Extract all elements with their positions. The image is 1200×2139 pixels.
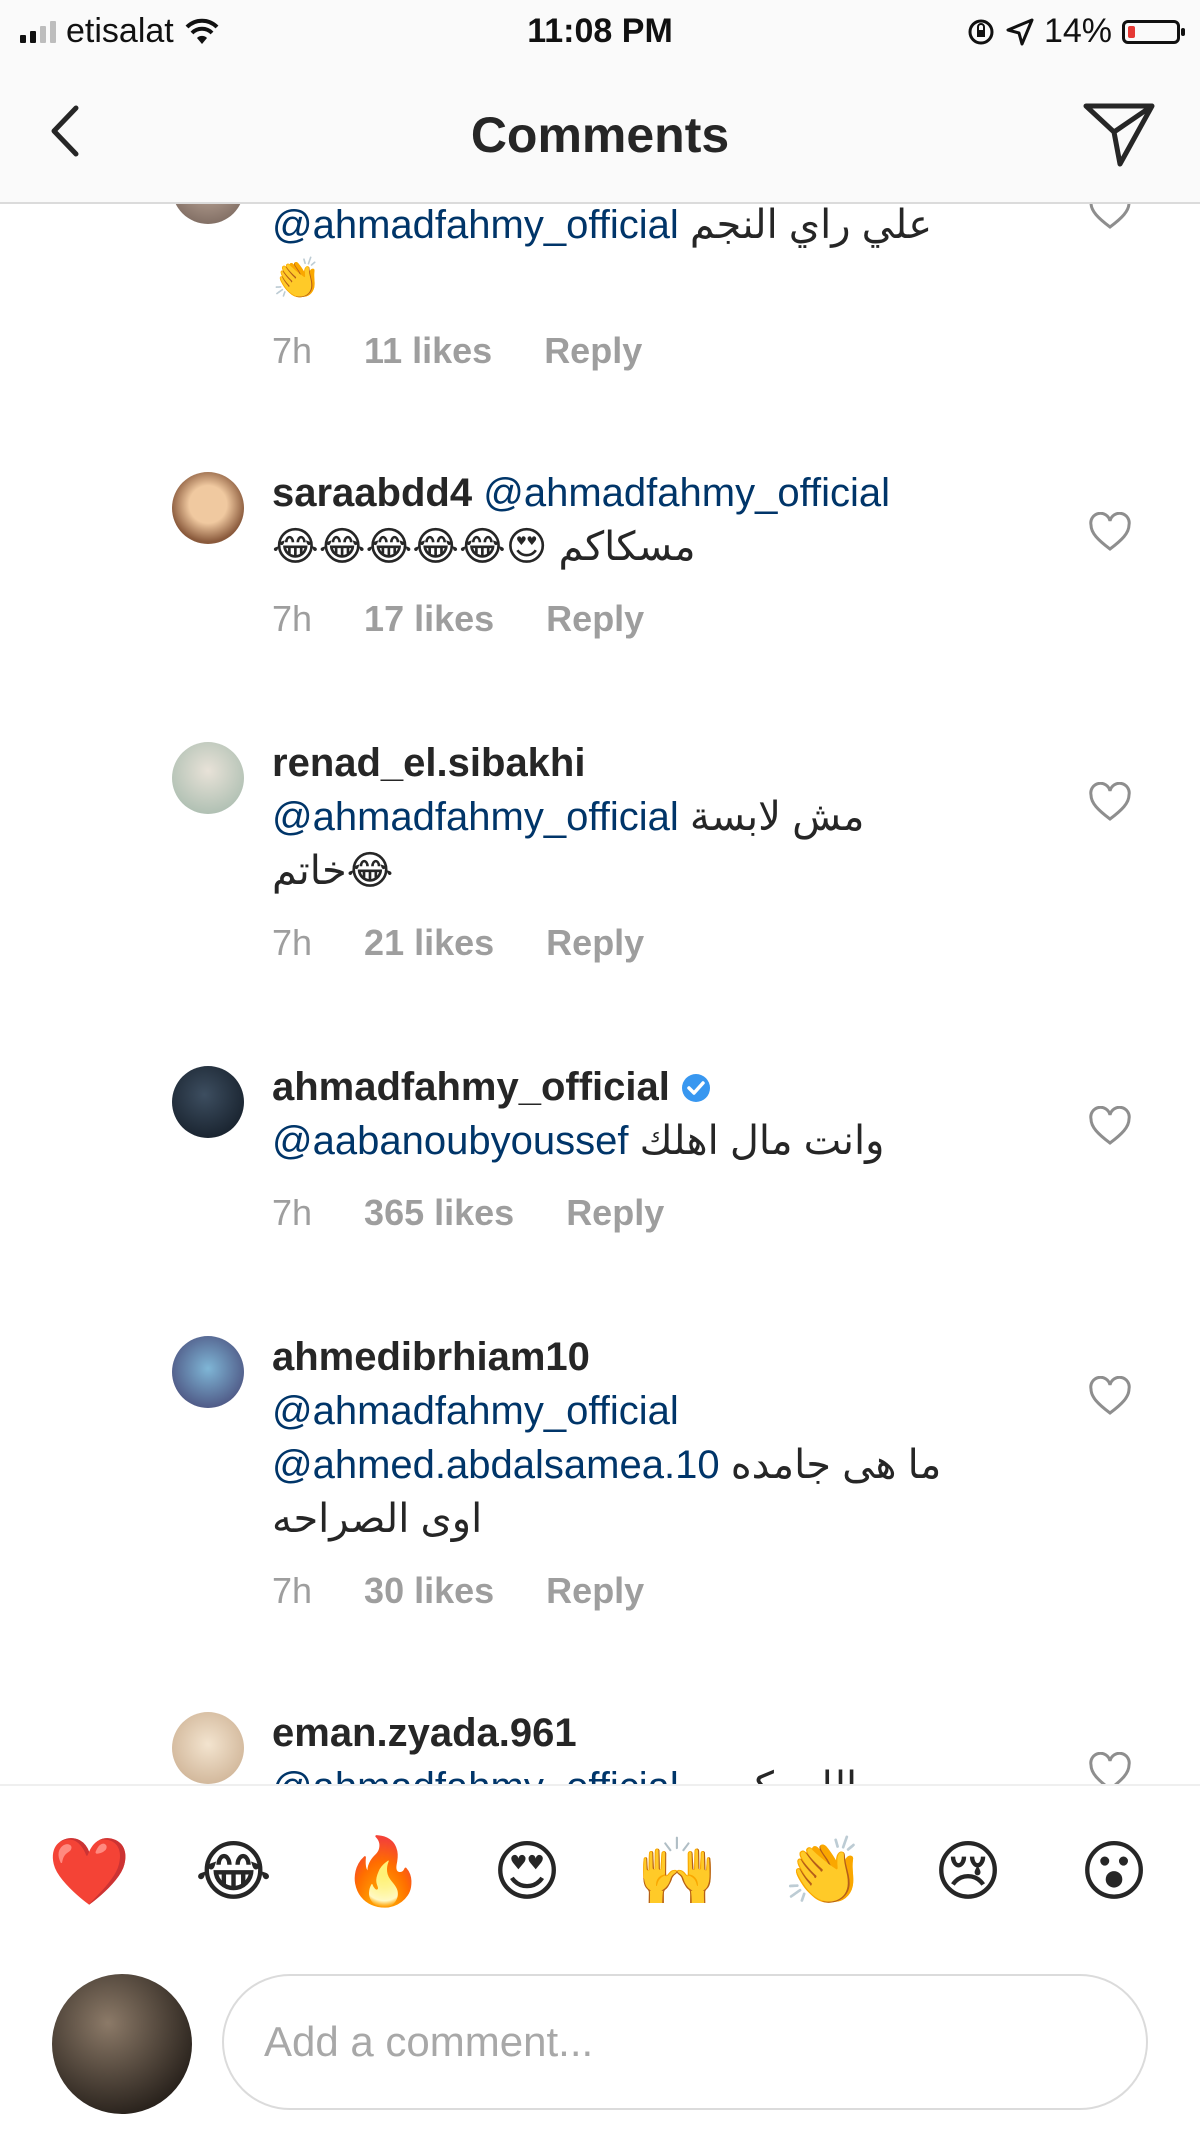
- comment-time: 7h: [272, 330, 313, 371]
- navigation-bar: Comments: [0, 66, 1200, 204]
- comment-text: الله يكرمه: [690, 1765, 857, 1784]
- avatar[interactable]: [172, 1712, 244, 1784]
- avatar[interactable]: [172, 472, 244, 544]
- comment-meta: 7h 30 likes Reply: [272, 1570, 644, 1612]
- crying-face-emoji[interactable]: 😢: [930, 1834, 1006, 1910]
- comment-body: renad_el.sibakhi @ahmadfahmy_official مش…: [272, 736, 1032, 898]
- comment-text: مسكاكم: [558, 525, 696, 569]
- comment-text: علي راي النجم: [689, 204, 933, 247]
- add-comment-placeholder: Add a comment...: [264, 2018, 594, 2065]
- like-heart-icon[interactable]: [1088, 1752, 1132, 1784]
- mention-link-secondary[interactable]: @ahmed.abdalsamea.10: [272, 1443, 720, 1487]
- comment-meta: 7h 21 likes Reply: [272, 922, 644, 964]
- astonished-face-emoji[interactable]: 😮: [1076, 1834, 1152, 1910]
- raised-hands-emoji[interactable]: 🙌: [636, 1834, 718, 1910]
- avatar[interactable]: [172, 1336, 244, 1408]
- reply-button[interactable]: Reply: [546, 1570, 644, 1612]
- comment-body: ahmedibrhiam10 @ahmadfahmy_official @ahm…: [272, 1330, 1032, 1546]
- like-heart-icon[interactable]: [1088, 1376, 1132, 1416]
- location-icon: [1006, 18, 1034, 45]
- avatar[interactable]: [172, 204, 244, 224]
- status-right: 14%: [966, 12, 1185, 51]
- page-title: Comments: [470, 107, 730, 163]
- likes-count[interactable]: 30 likes: [364, 1570, 494, 1612]
- heart-eyes-emoji[interactable]: 😍: [489, 1834, 565, 1910]
- mention-link[interactable]: @ahmadfahmy_official: [483, 471, 890, 515]
- likes-count[interactable]: 17 likes: [364, 598, 494, 640]
- status-bar: etisalat 11:08 PM 14%: [0, 0, 1200, 66]
- fire-emoji[interactable]: 🔥: [342, 1834, 424, 1910]
- tears-of-joy-emoji[interactable]: 😂: [195, 1834, 272, 1910]
- mention-link[interactable]: @aabanoubyoussef: [272, 1119, 628, 1163]
- reply-button[interactable]: Reply: [566, 1192, 664, 1234]
- comment-meta: 7h 365 likes Reply: [272, 1192, 664, 1234]
- current-user-avatar: [52, 1974, 192, 2114]
- reply-button[interactable]: Reply: [546, 922, 644, 964]
- avatar[interactable]: [172, 742, 244, 814]
- comment-text: ما هى جامده: [730, 1443, 942, 1487]
- comment-username[interactable]: ahmedibrhiam10: [272, 1335, 590, 1379]
- like-heart-icon[interactable]: [1088, 1106, 1132, 1146]
- add-comment-input[interactable]: Add a comment...: [222, 1974, 1148, 2110]
- comment-time: 7h: [272, 598, 313, 639]
- likes-count[interactable]: 11 likes: [364, 330, 492, 372]
- comment-meta: 7h 11 likes Reply: [272, 330, 642, 372]
- comment-text: وانت مال اهلك: [639, 1119, 885, 1163]
- comment-body: eman.zyada.961 @ahmadfahmy_official الله…: [272, 1706, 1032, 1784]
- comment-body: @ahmadfahmy_official علي راي النجم 👏: [272, 204, 1032, 306]
- reply-button[interactable]: Reply: [544, 330, 642, 372]
- heart-emoji[interactable]: ❤️: [48, 1834, 130, 1910]
- comment-time: 7h: [272, 922, 313, 963]
- comment-meta: 7h 17 likes Reply: [272, 598, 644, 640]
- battery-percent: 14%: [1043, 12, 1112, 50]
- mention-link[interactable]: @ahmadfahmy_official: [272, 795, 679, 839]
- comment-time: 7h: [272, 1570, 313, 1611]
- mention-link[interactable]: @ahmadfahmy_official: [272, 204, 679, 247]
- likes-count[interactable]: 365 likes: [364, 1192, 514, 1234]
- likes-count[interactable]: 21 likes: [364, 922, 494, 964]
- comment-body: saraabdd4 @ahmadfahmy_official 😂😂😂😂😂😍 مس…: [272, 466, 1032, 574]
- avatar[interactable]: [172, 1066, 244, 1138]
- like-heart-icon[interactable]: [1088, 204, 1132, 230]
- clapping-hands-emoji[interactable]: 👏: [783, 1834, 865, 1910]
- comment-username[interactable]: renad_el.sibakhi: [272, 741, 585, 785]
- comment-text-continued: اوى الصراحه: [272, 1497, 483, 1541]
- comment-text: مش لابسة: [689, 795, 865, 839]
- orientation-lock-icon: [968, 19, 994, 44]
- comment-time: 7h: [272, 1192, 313, 1233]
- comment-body: ahmadfahmy_official @aabanoubyoussef وان…: [272, 1060, 1032, 1168]
- mention-link[interactable]: @ahmadfahmy_official: [272, 1765, 679, 1784]
- quick-reaction-bar: ❤️ 😂 🔥 😍 🙌 👏 😢 😮: [0, 1784, 1200, 1964]
- battery-icon: [1122, 19, 1185, 44]
- reply-button[interactable]: Reply: [546, 598, 644, 640]
- comment-emoji: 👏: [272, 257, 322, 301]
- comment-username[interactable]: eman.zyada.961: [272, 1711, 577, 1755]
- comment-emoji: 😂😂😂😂😂😍: [272, 525, 548, 569]
- send-direct-icon[interactable]: [1080, 94, 1158, 172]
- comment-composer: Add a comment...: [0, 1964, 1200, 2139]
- mention-link[interactable]: @ahmadfahmy_official: [272, 1389, 679, 1433]
- verified-badge-icon: [681, 1074, 710, 1102]
- like-heart-icon[interactable]: [1088, 512, 1132, 552]
- comment-list[interactable]: @ahmadfahmy_official علي راي النجم 👏 7h …: [0, 204, 1200, 1784]
- comment-username[interactable]: saraabdd4: [272, 471, 472, 515]
- comment-text-continued: خاتم😂: [272, 849, 394, 893]
- comment-username[interactable]: ahmadfahmy_official: [272, 1065, 670, 1109]
- like-heart-icon[interactable]: [1088, 782, 1132, 822]
